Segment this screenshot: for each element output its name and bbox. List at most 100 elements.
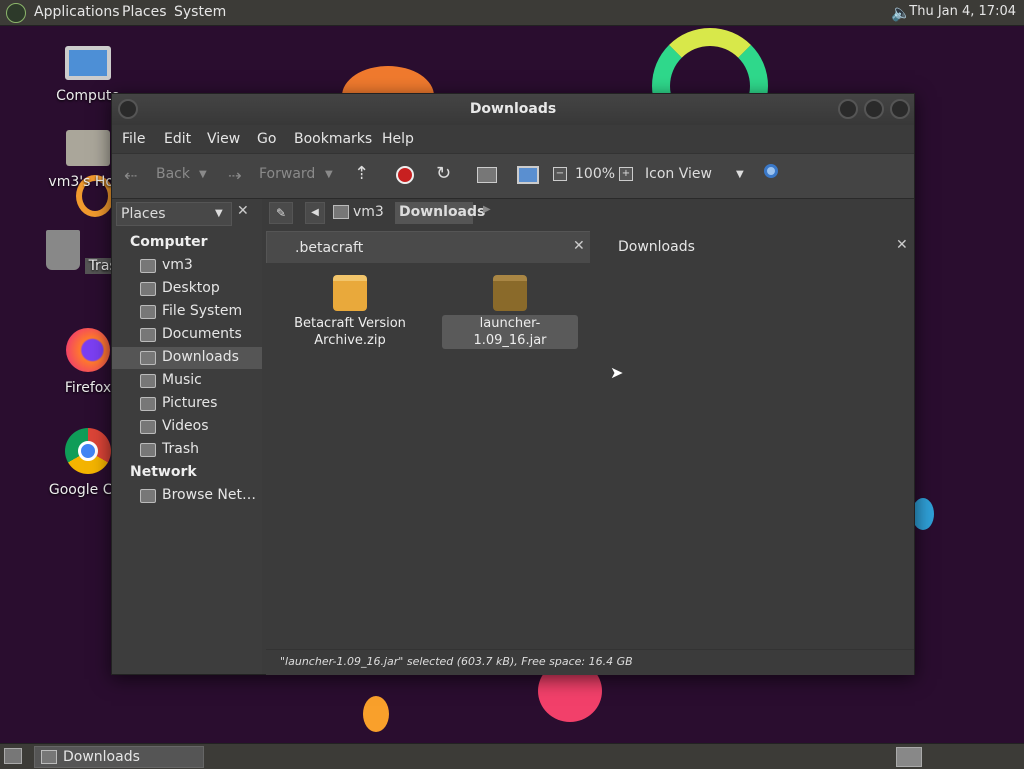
tab-betacraft[interactable]: .betacraft ✕	[266, 231, 592, 265]
network-icon	[140, 489, 156, 503]
distro-logo-icon[interactable]	[6, 3, 26, 23]
wallpaper-shape	[912, 498, 934, 530]
workspace-switcher[interactable]	[896, 747, 922, 767]
places-menu[interactable]: Places	[122, 4, 167, 20]
home-icon[interactable]	[477, 167, 497, 183]
sidebar-item-label: Documents	[162, 326, 242, 342]
forward-arrow-icon[interactable]: ⇢	[228, 166, 241, 185]
menubar: File Edit View Go Bookmarks Help	[112, 125, 914, 153]
chevron-down-icon[interactable]: ▼	[736, 169, 744, 180]
close-sidebar-icon[interactable]: ✕	[237, 203, 249, 219]
show-desktop-icon[interactable]	[4, 748, 22, 764]
folder-icon	[140, 374, 156, 388]
file-item-selected[interactable]: launcher-1.09_16.jar	[442, 275, 578, 349]
up-arrow-icon[interactable]: ⇡	[354, 163, 369, 184]
sidebar-item-browse-network[interactable]: Browse Net…	[112, 485, 262, 507]
volume-icon[interactable]: 🔈	[891, 3, 911, 22]
drive-icon	[140, 305, 156, 319]
sidebar-heading-network: Network	[130, 464, 197, 480]
sidebar-item-music[interactable]: Music	[112, 370, 262, 392]
zoom-in-icon[interactable]: +	[619, 167, 633, 181]
edit-location-icon[interactable]: ✎	[269, 202, 293, 224]
home-folder-icon	[140, 259, 156, 273]
menu-view[interactable]: View	[207, 131, 240, 147]
menu-help[interactable]: Help	[382, 131, 414, 147]
file-item[interactable]: Betacraft Version Archive.zip	[290, 275, 410, 349]
search-icon[interactable]	[764, 164, 778, 178]
mouse-cursor-icon: ➤	[610, 363, 624, 382]
folder-icon	[140, 328, 156, 342]
menu-go[interactable]: Go	[257, 131, 276, 147]
sidebar-item-label: File System	[162, 303, 243, 319]
minimize-button[interactable]	[838, 99, 858, 119]
forward-button[interactable]: Forward	[259, 166, 315, 182]
sidebar-item-documents[interactable]: Documents	[112, 324, 262, 346]
file-manager-window: Downloads File Edit View Go Bookmarks He…	[111, 93, 915, 675]
computer-icon	[65, 46, 111, 80]
path-segment-label: Downloads	[399, 204, 486, 220]
chevron-down-icon: ▼	[215, 208, 223, 219]
zip-archive-icon	[333, 275, 367, 311]
menu-edit[interactable]: Edit	[164, 131, 191, 147]
back-history-dropdown[interactable]: ▼	[199, 169, 207, 180]
toolbar: ⇠ Back ▼ ⇢ Forward ▼ ⇡ ↻ − 100% + Icon V…	[112, 153, 914, 199]
file-name: Archive.zip	[314, 333, 386, 348]
folder-icon	[41, 750, 57, 764]
sidebar-item-label: Desktop	[162, 280, 220, 296]
clock[interactable]: Thu Jan 4, 17:04	[909, 4, 1016, 19]
trash-icon	[140, 443, 156, 457]
menu-bookmarks[interactable]: Bookmarks	[294, 131, 372, 147]
back-arrow-icon[interactable]: ⇠	[124, 166, 137, 185]
sidebar-item-label: Pictures	[162, 395, 218, 411]
home-folder-icon	[66, 130, 110, 166]
sidebar-item-label: vm3	[162, 257, 193, 273]
view-mode-select[interactable]: Icon View	[645, 166, 712, 182]
taskbar-item-downloads[interactable]: Downloads	[34, 746, 204, 768]
sidebar-item-pictures[interactable]: Pictures	[112, 393, 262, 415]
tab-label: .betacraft	[295, 240, 364, 256]
sidebar-item-downloads[interactable]: Downloads	[112, 347, 262, 369]
sidebar-item-videos[interactable]: Videos	[112, 416, 262, 438]
sidebar-item-trash[interactable]: Trash	[112, 439, 262, 461]
sidebar-item-label: Browse Net…	[162, 487, 257, 503]
taskbar-item-label: Downloads	[63, 749, 140, 765]
back-button[interactable]: Back	[156, 166, 190, 182]
folder-icon	[140, 420, 156, 434]
folder-icon	[140, 282, 156, 296]
close-tab-icon[interactable]: ✕	[573, 238, 585, 254]
location-bar: ✎ ◀ vm3 Downloads ▶	[265, 199, 914, 227]
sidebar-item-vm3[interactable]: vm3	[112, 255, 262, 277]
tab-downloads[interactable]: Downloads ✕	[590, 229, 914, 263]
sidebar-item-desktop[interactable]: Desktop	[112, 278, 262, 300]
window-title: Downloads	[469, 101, 557, 117]
path-button-downloads[interactable]: Downloads	[395, 202, 485, 224]
wallpaper-shape	[363, 696, 389, 732]
window-titlebar[interactable]: Downloads	[112, 94, 914, 125]
reload-icon[interactable]: ↻	[436, 163, 451, 184]
file-view[interactable]: Betacraft Version Archive.zip launcher-1…	[266, 263, 914, 649]
status-bar: "launcher-1.09_16.jar" selected (603.7 k…	[266, 649, 914, 675]
close-tab-icon[interactable]: ✕	[896, 237, 908, 253]
zoom-out-icon[interactable]: −	[553, 167, 567, 181]
status-text: "launcher-1.09_16.jar" selected (603.7 k…	[280, 655, 633, 668]
path-button-vm3[interactable]: vm3	[329, 202, 384, 222]
sidebar-item-label: Trash	[162, 441, 199, 457]
applications-menu[interactable]: Applications	[34, 4, 120, 20]
menu-file[interactable]: File	[122, 131, 145, 147]
file-name: Betacraft Version	[294, 316, 406, 331]
maximize-button[interactable]	[864, 99, 884, 119]
computer-icon[interactable]	[517, 166, 539, 184]
path-back-icon[interactable]: ◀	[305, 202, 325, 224]
sidebar-item-file-system[interactable]: File System	[112, 301, 262, 323]
path-forward-icon[interactable]: ▶	[483, 204, 491, 215]
system-menu[interactable]: System	[174, 4, 226, 20]
sidebar: Places ▼ ✕ Computer vm3 Desktop File Sys…	[112, 199, 262, 674]
forward-history-dropdown[interactable]: ▼	[325, 169, 333, 180]
stop-icon[interactable]	[396, 166, 414, 184]
home-folder-icon	[333, 205, 349, 219]
places-combo[interactable]: Places ▼	[116, 202, 232, 226]
path-segment-label: vm3	[353, 204, 384, 220]
close-button[interactable]	[890, 99, 910, 119]
top-panel: Applications Places System 🔈 Thu Jan 4, …	[0, 0, 1024, 26]
file-name: launcher-1.09_16.jar	[442, 315, 578, 349]
